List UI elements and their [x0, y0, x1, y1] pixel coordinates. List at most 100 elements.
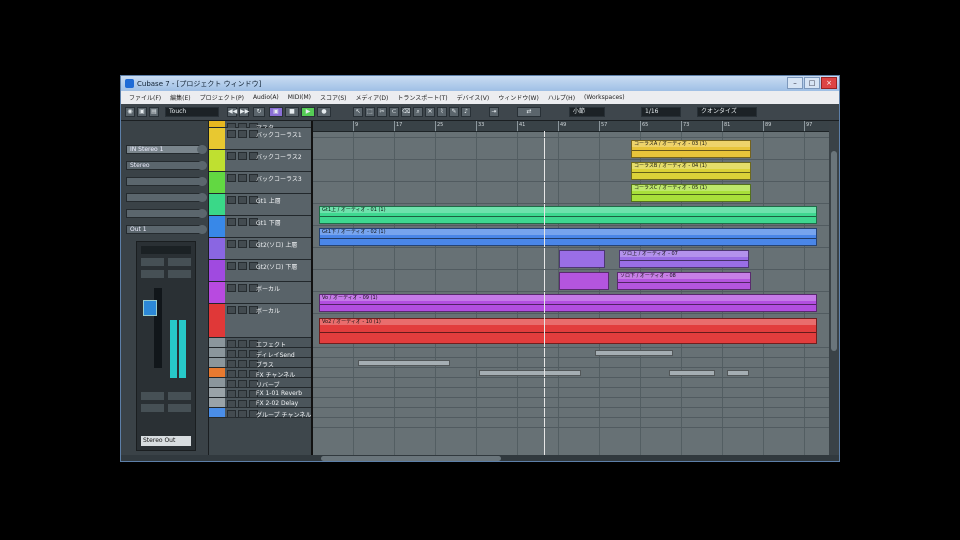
solo-toggle-icon[interactable]	[238, 390, 247, 398]
mute-toggle-icon[interactable]	[227, 350, 236, 358]
inspector-slot-2-side[interactable]	[197, 193, 207, 202]
track-header[interactable]: Gt2(ソロ) 下層	[209, 260, 311, 282]
track-name[interactable]: バックコーラス1	[256, 130, 311, 139]
mute-toggle-icon[interactable]	[227, 380, 236, 388]
track-lane[interactable]	[313, 182, 829, 204]
mute-toggle-icon[interactable]	[227, 360, 236, 368]
track-lane[interactable]	[313, 378, 829, 388]
track-name[interactable]: Gt2(ソロ) 上層	[256, 240, 311, 249]
output-select[interactable]: Stereo Out	[141, 436, 191, 446]
vertical-scrollbar-thumb[interactable]	[831, 151, 837, 351]
track-lane[interactable]	[313, 314, 829, 348]
track-lane[interactable]	[313, 248, 829, 270]
solo-toggle-icon[interactable]	[238, 262, 247, 270]
speaker-tool-icon[interactable]: ♪	[461, 107, 471, 117]
track-header[interactable]: FX 2-02 Delay	[209, 398, 311, 408]
snap-button[interactable]: ⇄	[517, 107, 541, 117]
track-header[interactable]: バックコーラス3	[209, 172, 311, 194]
inspector-slot-1-side[interactable]	[197, 177, 207, 186]
minimize-button[interactable]: –	[787, 77, 803, 89]
mute-toggle-icon[interactable]	[227, 400, 236, 408]
track-header[interactable]: FX チャンネル	[209, 368, 311, 379]
track-header[interactable]: ボーカル	[209, 304, 311, 338]
track-lane[interactable]	[313, 160, 829, 182]
track-header[interactable]: ブラス	[209, 358, 311, 369]
title-bar[interactable]: Cubase 7 - [プロジェクト ウィンドウ] – □ ×	[121, 76, 839, 91]
menu-devices[interactable]: デバイス(V)	[457, 93, 490, 102]
mute-toggle-icon[interactable]	[227, 130, 236, 138]
inspector-slot-4-side[interactable]	[197, 225, 207, 234]
track-lane[interactable]	[313, 398, 829, 408]
track-header[interactable]: バックコーラス1	[209, 128, 311, 150]
track-lane[interactable]	[313, 368, 829, 378]
track-name[interactable]: バックコーラス3	[256, 174, 311, 183]
solo-toggle-icon[interactable]	[238, 284, 247, 292]
solo-toggle-icon[interactable]	[238, 240, 247, 248]
solo-button[interactable]	[168, 258, 191, 266]
track-name[interactable]: Gt2(ソロ) 下層	[256, 262, 311, 271]
pan-control[interactable]	[141, 246, 191, 254]
menu-edit[interactable]: 編集(E)	[170, 93, 190, 102]
mute-toggle-icon[interactable]	[227, 196, 236, 204]
menu-transport[interactable]: トランスポート(T)	[397, 93, 447, 102]
inspector-slot-4[interactable]: Out 1	[126, 225, 202, 234]
track-header[interactable]: リバーブ	[209, 378, 311, 389]
solo-toggle-icon[interactable]	[238, 350, 247, 358]
object-selection-tool-icon[interactable]: ↖	[353, 107, 363, 117]
glue-tool-icon[interactable]: ⊂	[389, 107, 399, 117]
horizontal-scrollbar[interactable]	[321, 456, 501, 461]
listen-button[interactable]	[168, 404, 191, 412]
range-tool-icon[interactable]: ⬚	[365, 107, 375, 117]
inspector-slot-2[interactable]	[126, 193, 202, 202]
read-button[interactable]	[141, 270, 164, 278]
mute-tool-icon[interactable]: ✕	[425, 107, 435, 117]
menu-workspaces[interactable]: (Workspaces)	[584, 94, 625, 101]
grid-type-select[interactable]: 小節	[569, 107, 605, 117]
mute-toggle-icon[interactable]	[227, 340, 236, 348]
menu-media[interactable]: メディア(D)	[355, 93, 388, 102]
menu-score[interactable]: スコア(S)	[320, 93, 347, 102]
menu-file[interactable]: ファイル(F)	[129, 93, 161, 102]
mute-toggle-icon[interactable]	[227, 174, 236, 182]
track-lane[interactable]	[313, 204, 829, 226]
constrain-delay-button[interactable]: ▣	[137, 107, 147, 117]
track-header[interactable]: Gt2(ソロ) 上層	[209, 238, 311, 260]
track-name[interactable]: ボーカル	[256, 284, 311, 293]
track-lane[interactable]	[313, 408, 829, 418]
solo-toggle-icon[interactable]	[238, 340, 247, 348]
track-name[interactable]: ボーカル	[256, 306, 311, 315]
solo-toggle-icon[interactable]	[238, 130, 247, 138]
rewind-button[interactable]: ◀◀	[227, 107, 237, 117]
volume-fader-handle[interactable]	[143, 300, 157, 316]
solo-toggle-icon[interactable]	[238, 360, 247, 368]
output-routing-select[interactable]: Stereo	[126, 161, 202, 170]
mute-toggle-icon[interactable]	[227, 284, 236, 292]
quantize-select[interactable]: 1/16	[641, 107, 681, 117]
solo-toggle-icon[interactable]	[238, 370, 247, 378]
draw-tool-icon[interactable]: ✎	[449, 107, 459, 117]
solo-toggle-icon[interactable]	[238, 218, 247, 226]
input-routing-select[interactable]: IN Stereo 1	[126, 145, 202, 154]
record-button[interactable]: ●	[317, 107, 331, 117]
menu-help[interactable]: ハルプ(H)	[548, 93, 575, 102]
automation-mode-select[interactable]: Touch	[165, 107, 219, 117]
track-lane[interactable]	[313, 270, 829, 292]
mute-button[interactable]	[141, 258, 164, 266]
menu-audio[interactable]: Audio(A)	[253, 94, 279, 101]
track-header[interactable]: マスタ	[209, 121, 311, 132]
track-lane[interactable]	[313, 131, 829, 138]
track-lane[interactable]	[313, 138, 829, 160]
inspector-slot-3[interactable]	[126, 209, 202, 218]
edit-channel-button[interactable]	[141, 392, 164, 400]
record-enable-button[interactable]	[141, 404, 164, 412]
solo-toggle-icon[interactable]	[238, 380, 247, 388]
mute-toggle-icon[interactable]	[227, 370, 236, 378]
track-header[interactable]: バックコーラス2	[209, 150, 311, 172]
track-name[interactable]: Gt1 上層	[256, 196, 311, 205]
time-warp-tool-icon[interactable]: ⌇	[437, 107, 447, 117]
inspector-slot-3-side[interactable]	[197, 209, 207, 218]
menu-window[interactable]: ウィンドウ(W)	[498, 93, 539, 102]
mute-toggle-icon[interactable]	[227, 410, 236, 418]
track-name[interactable]: FX 2-02 Delay	[256, 400, 311, 407]
forward-button[interactable]: ▶▶	[239, 107, 249, 117]
